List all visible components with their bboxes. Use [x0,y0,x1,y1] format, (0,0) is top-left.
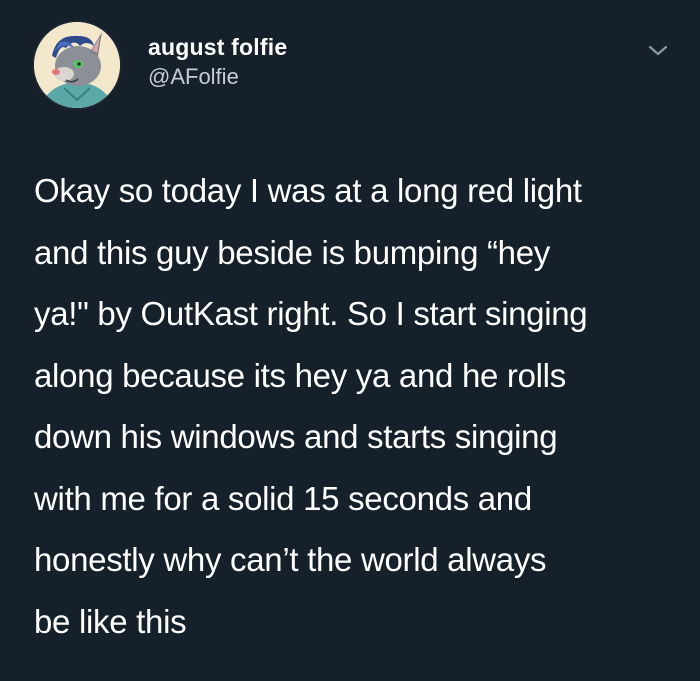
tweet-menu-button[interactable] [644,38,672,62]
tweet-header: august folfie @AFolfie [34,22,674,112]
tweet-card: august folfie @AFolfie Okay so today I w… [0,0,700,681]
author-display-name[interactable]: august folfie [148,32,287,62]
author-handle[interactable]: @AFolfie [148,62,287,92]
tweet-text: Okay so today I was at a long red light … [34,172,588,640]
avatar-icon [34,22,120,108]
author-names: august folfie @AFolfie [148,32,287,92]
chevron-down-icon [648,45,668,56]
avatar[interactable] [34,22,120,108]
